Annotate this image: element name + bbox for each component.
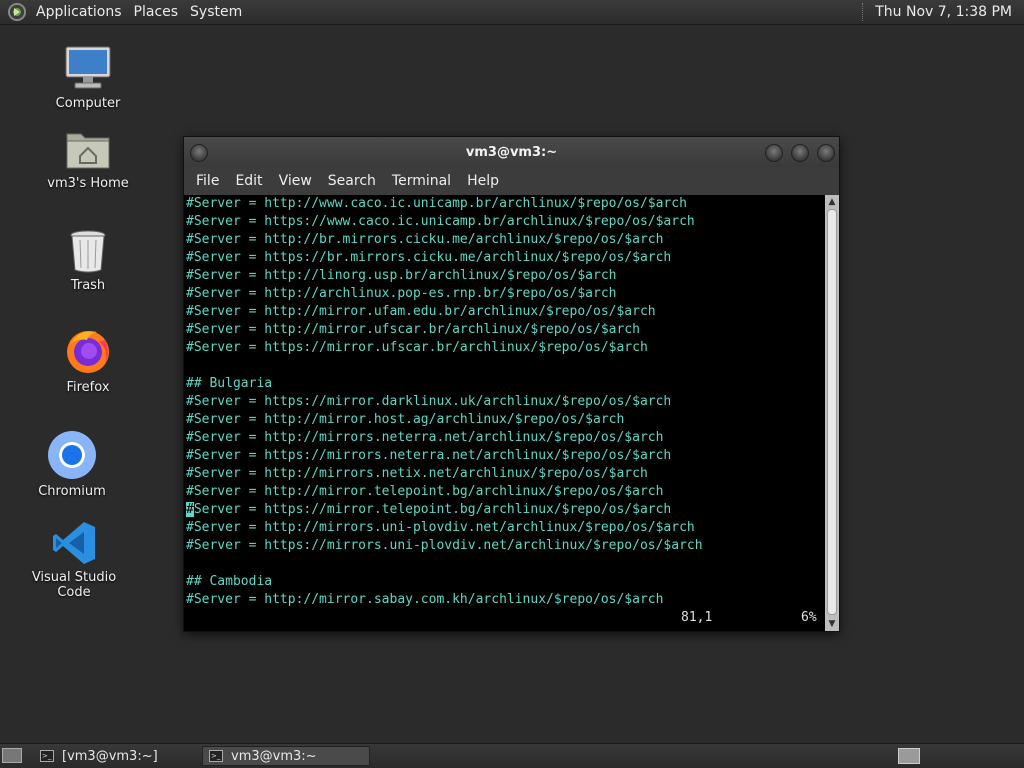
distro-logo-icon[interactable] (8, 3, 26, 21)
desktop-icon-label: Visual Studio Code (31, 570, 117, 600)
terminal-line: #Server = http://mirrors.neterra.net/arc… (186, 430, 664, 445)
desktop-icon-chromium[interactable]: Chromium (12, 430, 132, 499)
bottom-panel: >_ [vm3@vm3:~] >_ vm3@vm3:~ (0, 743, 1024, 768)
places-menu[interactable]: Places (128, 4, 185, 20)
menu-file[interactable]: File (188, 173, 227, 189)
terminal-icon: >_ (209, 750, 223, 762)
close-button[interactable] (817, 144, 835, 162)
terminal-menubar: File Edit View Search Terminal Help (184, 167, 839, 195)
desktop-icon-label: Trash (70, 278, 106, 293)
terminal-line: #Server = https://mirror.telepoint.bg/ar… (184, 501, 825, 519)
desktop-icon-firefox[interactable]: Firefox (28, 326, 148, 395)
terminal-line: ## Cambodia (186, 574, 273, 589)
menu-edit[interactable]: Edit (227, 173, 270, 189)
terminal-line: #Server = http://mirrors.uni-plovdiv.net… (186, 520, 695, 535)
desktop-icon-label: vm3's Home (47, 176, 129, 191)
terminal-line: ## Bulgaria (186, 376, 273, 391)
terminal-line: #Server = http://mirrors.netix.net/archl… (186, 466, 648, 481)
vscode-icon (53, 522, 95, 564)
desktop-icon-home[interactable]: vm3's Home (28, 128, 148, 191)
window-menu-button[interactable] (190, 144, 208, 162)
window-title: vm3@vm3:~ (465, 144, 558, 160)
text-cursor: # (186, 502, 194, 517)
terminal-line: #Server = https://mirror.ufscar.br/archl… (186, 340, 648, 355)
menu-view[interactable]: View (271, 173, 320, 189)
terminal-line: #Server = http://archlinux.pop-es.rnp.br… (186, 286, 617, 301)
terminal-window[interactable]: vm3@vm3:~ File Edit View Search Terminal… (183, 136, 840, 632)
terminal-line: #Server = https://mirrors.uni-plovdiv.ne… (186, 538, 703, 553)
scroll-percent: 6% (801, 610, 817, 625)
desktop-icon-label: Firefox (66, 380, 110, 395)
terminal-icon: >_ (40, 750, 54, 762)
panel-separator (862, 3, 865, 21)
chromium-icon (48, 431, 96, 479)
terminal-line: #Server = http://mirror.ufscar.br/archli… (186, 322, 640, 337)
firefox-icon (67, 331, 109, 373)
cursor-position: 81,1 (681, 610, 713, 625)
menu-terminal[interactable]: Terminal (384, 173, 459, 189)
system-menu[interactable]: System (184, 4, 248, 20)
scroll-thumb[interactable] (827, 209, 837, 615)
terminal-line: #Server = http://mirror.sabay.com.kh/arc… (186, 592, 664, 607)
window-titlebar[interactable]: vm3@vm3:~ (184, 137, 839, 167)
terminal-line: #Server = http://mirror.host.ag/archlinu… (186, 412, 625, 427)
terminal-line: #Server = http://linorg.usp.br/archlinux… (186, 268, 617, 283)
taskbar-label: [vm3@vm3:~] (62, 748, 158, 764)
menu-help[interactable]: Help (459, 173, 507, 189)
taskbar-button-terminal-1[interactable]: >_ [vm3@vm3:~] (34, 746, 198, 766)
terminal-line: #Server = https://www.caco.ic.unicamp.br… (186, 214, 695, 229)
trash-icon (70, 230, 106, 273)
scroll-up-arrow-icon[interactable]: ▲ (825, 195, 839, 209)
terminal-line: #Server = http://br.mirrors.cicku.me/arc… (186, 232, 664, 247)
vim-status-line: 81,1 6% (184, 609, 825, 627)
computer-icon (65, 46, 111, 89)
desktop-icon-label: Computer (55, 96, 121, 111)
terminal-text-area[interactable]: #Server = http://www.caco.ic.unicamp.br/… (184, 195, 825, 631)
menu-search[interactable]: Search (320, 173, 384, 189)
taskbar-label: vm3@vm3:~ (231, 748, 317, 764)
show-desktop-icon[interactable] (2, 748, 22, 763)
terminal-line: #Server = http://mirror.telepoint.bg/arc… (186, 484, 664, 499)
clock[interactable]: Thu Nov 7, 1:38 PM (875, 4, 1012, 20)
maximize-button[interactable] (791, 144, 809, 162)
top-panel: Applications Places System Thu Nov 7, 1:… (0, 0, 1024, 25)
home-folder-icon (66, 133, 110, 169)
minimize-button[interactable] (765, 144, 783, 162)
terminal-line: #Server = http://mirror.ufam.edu.br/arch… (186, 304, 656, 319)
desktop-icon-computer[interactable]: Computer (28, 44, 148, 111)
scroll-down-arrow-icon[interactable]: ▼ (825, 617, 839, 631)
terminal-line: #Server = http://www.caco.ic.unicamp.br/… (186, 196, 687, 211)
terminal-lines: #Server = http://www.caco.ic.unicamp.br/… (184, 195, 825, 609)
terminal-line: #Server = https://mirrors.neterra.net/ar… (186, 448, 672, 463)
terminal-line-text: Server = https://mirror.telepoint.bg/arc… (193, 502, 672, 517)
applications-menu[interactable]: Applications (30, 4, 128, 20)
terminal-line: #Server = https://mirror.darklinux.uk/ar… (186, 394, 672, 409)
desktop-icon-label: Chromium (38, 484, 106, 499)
terminal-scrollbar[interactable]: ▲ ▼ (825, 195, 839, 631)
desktop-icon-trash[interactable]: Trash (28, 228, 148, 293)
taskbar-button-terminal-2[interactable]: >_ vm3@vm3:~ (202, 746, 370, 766)
workspace-switcher[interactable] (898, 748, 920, 764)
desktop-icon-vscode[interactable]: Visual Studio Code (14, 520, 134, 600)
terminal-line: #Server = https://br.mirrors.cicku.me/ar… (186, 250, 672, 265)
